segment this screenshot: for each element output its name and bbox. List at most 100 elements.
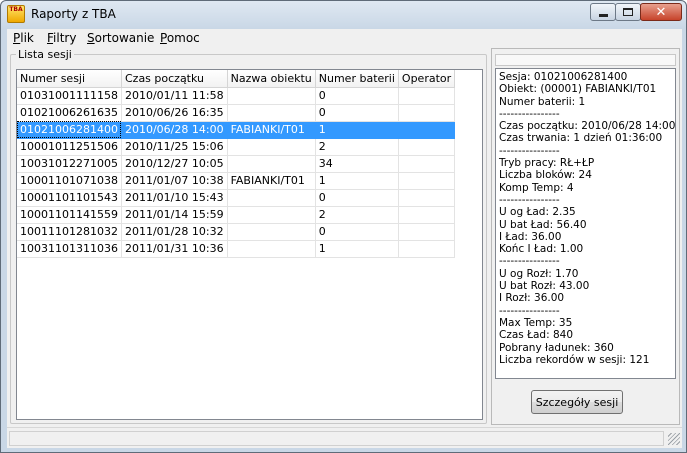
cell-czas-poczatku: 2011/01/07 10:38	[121, 172, 228, 190]
cell-numer-sesji: 10001101071038	[17, 172, 122, 190]
details-line: I Rozł: 36.00	[499, 292, 565, 305]
title-bar[interactable]: TBA Raporty z TBA ✕	[1, 1, 686, 29]
table-row[interactable]: 10001011251506 2010/11/25 15:06 2	[17, 138, 456, 156]
details-line: U og Ład: 2.35	[499, 206, 576, 219]
table-header-row: Numer sesji Czas początku Nazwa obiektu …	[17, 70, 456, 88]
cell-operator	[398, 87, 456, 105]
session-details-text[interactable]: Sesja: 01021006281400 Obiekt: (00001) FAB…	[495, 68, 676, 379]
details-line: Obiekt: (00001) FABIANKI/T01	[499, 83, 657, 96]
cell-operator	[398, 172, 456, 190]
cell-operator	[398, 104, 456, 122]
cell-numer-sesji: 10001101141559	[17, 206, 122, 224]
column-header-numer-sesji[interactable]: Numer sesji	[17, 70, 122, 88]
details-line: Końc I Ład: 1.00	[499, 243, 584, 256]
table-row[interactable]: 10011101281032 2011/01/28 10:32 0	[17, 223, 456, 241]
table-row[interactable]: 01031001111158 2010/01/11 11:58 0	[17, 87, 456, 105]
app-icon[interactable]: TBA	[7, 5, 25, 23]
cell-numer-sesji: 01021006261635	[17, 104, 122, 122]
cell-czas-poczatku: 2010/06/28 14:00	[121, 121, 228, 139]
cell-operator	[398, 223, 456, 241]
cell-nazwa-obiektu	[227, 87, 316, 105]
cell-czas-poczatku: 2010/12/27 10:05	[121, 155, 228, 173]
details-line: U bat Ład: 56.40	[499, 218, 587, 231]
cell-nazwa-obiektu	[227, 155, 316, 173]
details-line: Czas początku: 2010/06/28 14:00	[499, 120, 676, 133]
cell-czas-poczatku: 2010/11/25 15:06	[121, 138, 228, 156]
cell-nazwa-obiektu: FABIANKI/T01	[227, 121, 316, 139]
details-line: ----------------	[499, 193, 560, 206]
cell-czas-poczatku: 2010/06/26 16:35	[121, 104, 228, 122]
cell-numer-baterii: 2	[315, 206, 399, 224]
column-header-czas-poczatku[interactable]: Czas początku	[121, 70, 228, 88]
details-line: Komp Temp: 4	[499, 181, 574, 194]
table-row[interactable]: 10001101141559 2011/01/14 15:59 2	[17, 206, 456, 224]
cell-numer-sesji: 10031101311036	[17, 240, 122, 258]
cell-numer-sesji: 10011101281032	[17, 223, 122, 241]
cell-numer-sesji: 10001101101543	[17, 189, 122, 207]
cell-numer-sesji: 10001011251506	[17, 138, 122, 156]
menu-plik[interactable]: Plik	[11, 31, 36, 45]
details-line: Max Temp: 35	[499, 316, 573, 329]
details-header-box	[495, 54, 676, 66]
resize-grip-icon[interactable]	[668, 433, 680, 445]
session-list-group: Lista sesji Numer sesji Czas początku Na…	[10, 48, 487, 424]
status-bar	[7, 427, 682, 447]
table-row[interactable]: 10031101311036 2011/01/31 10:36 1	[17, 240, 456, 258]
table-row[interactable]: 10001101071038 2011/01/07 10:38 FABIANKI/T…	[17, 172, 456, 190]
details-line: Tryb pracy: RŁ+ŁP	[499, 157, 595, 170]
menu-pomoc[interactable]: Pomoc	[158, 31, 202, 45]
details-line: I Ład: 36.00	[499, 230, 562, 243]
cell-operator	[398, 206, 456, 224]
session-details-button[interactable]: Szczegóły sesji	[531, 390, 623, 414]
details-line: Czas trwania: 1 dzień 01:36:00	[499, 132, 663, 145]
cell-operator	[398, 155, 456, 173]
cell-numer-sesji: 01031001111158	[17, 87, 122, 105]
column-header-nazwa-obiektu[interactable]: Nazwa obiektu	[227, 70, 316, 88]
session-list-caption: Lista sesji	[16, 48, 74, 61]
maximize-button[interactable]	[615, 3, 641, 21]
details-line: Liczba rekordów w sesji: 121	[499, 353, 650, 366]
details-line: Sesja: 01021006281400	[499, 71, 628, 83]
minimize-icon	[598, 13, 608, 17]
session-list[interactable]: Numer sesji Czas początku Nazwa obiektu …	[16, 69, 483, 420]
cell-czas-poczatku: 2011/01/28 10:32	[121, 223, 228, 241]
cell-nazwa-obiektu	[227, 240, 316, 258]
window-title: Raporty z TBA	[31, 7, 116, 21]
client-area: Plik Filtry Sortowanie Pomoc Lista sesji…	[7, 29, 682, 448]
details-line: ----------------	[499, 107, 560, 120]
cell-czas-poczatku: 2011/01/14 15:59	[121, 206, 228, 224]
cell-numer-baterii: 1	[315, 172, 399, 190]
cell-nazwa-obiektu	[227, 104, 316, 122]
status-pane	[9, 431, 664, 446]
close-icon: ✕	[655, 4, 667, 20]
table-row[interactable]: 10031012271005 2010/12/27 10:05 34	[17, 155, 456, 173]
table-row[interactable]: 01021006281400 2010/06/28 14:00 FABIANKI/T…	[17, 121, 456, 139]
column-header-operator[interactable]: Operator	[398, 70, 456, 88]
menu-filtry[interactable]: Filtry	[45, 31, 78, 45]
maximize-icon	[623, 8, 633, 16]
minimize-button[interactable]	[590, 3, 616, 21]
cell-numer-baterii: 0	[315, 87, 399, 105]
cell-operator	[398, 138, 456, 156]
details-line: ----------------	[499, 304, 560, 317]
details-line: ----------------	[499, 255, 560, 268]
cell-czas-poczatku: 2011/01/31 10:36	[121, 240, 228, 258]
table-row[interactable]: 01021006261635 2010/06/26 16:35 0	[17, 104, 456, 122]
cell-operator	[398, 240, 456, 258]
menu-sortowanie[interactable]: Sortowanie	[85, 31, 156, 45]
cell-numer-baterii: 34	[315, 155, 399, 173]
cell-operator	[398, 189, 456, 207]
cell-czas-poczatku: 2011/01/10 15:43	[121, 189, 228, 207]
menu-bar: Plik Filtry Sortowanie Pomoc	[7, 29, 682, 48]
session-rows: 01031001111158 2010/01/11 11:58 0 010210062…	[17, 87, 456, 258]
cell-czas-poczatku: 2010/01/11 11:58	[121, 87, 228, 105]
details-line: U bat Rozł: 43.00	[499, 280, 590, 293]
table-row[interactable]: 10001101101543 2011/01/10 15:43 0	[17, 189, 456, 207]
session-details-panel: Sesja: 01021006281400 Obiekt: (00001) FAB…	[491, 48, 680, 425]
column-header-numer-baterii[interactable]: Numer baterii	[315, 70, 399, 88]
details-line: Pobrany ładunek: 360	[499, 341, 614, 354]
cell-numer-baterii: 1	[315, 121, 399, 139]
app-window: TBA Raporty z TBA ✕ Plik Filtry Sortowan…	[0, 0, 687, 453]
close-button[interactable]: ✕	[640, 3, 682, 21]
cell-numer-baterii: 0	[315, 223, 399, 241]
